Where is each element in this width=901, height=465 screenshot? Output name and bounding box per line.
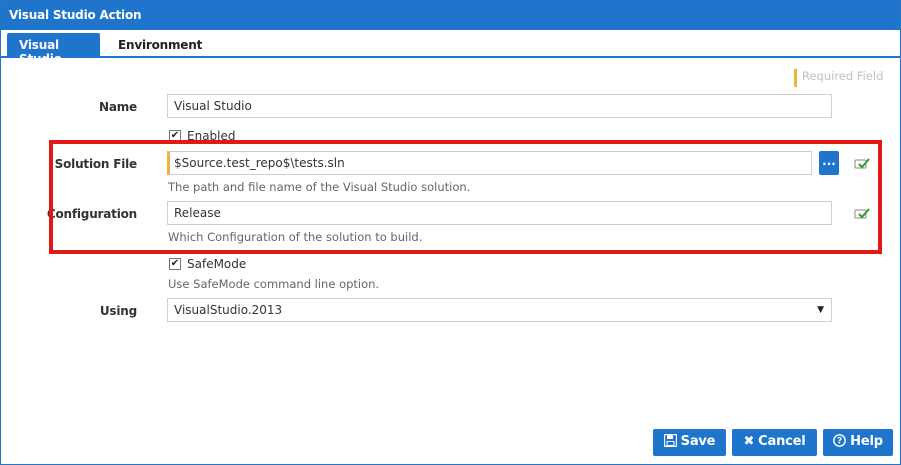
check-valid-icon [854, 158, 870, 169]
solution-file-input[interactable]: $Source.test_repo$\tests.sln [167, 151, 812, 175]
help-label: Help [850, 434, 883, 449]
using-label: Using [99, 304, 137, 318]
save-icon [663, 433, 677, 449]
check-valid-icon [854, 208, 870, 219]
cancel-label: Cancel [758, 434, 806, 449]
enabled-checkbox-row[interactable]: ✔ Enabled [169, 129, 289, 144]
save-label: Save [680, 434, 716, 449]
tab-environment[interactable]: Environment [106, 33, 214, 58]
tab-visual-studio[interactable]: Visual Studio [7, 33, 100, 66]
using-select[interactable]: VisualStudio.2013 ▼ [167, 298, 832, 322]
safemode-checkbox[interactable]: ✔ [169, 258, 181, 270]
help-button[interactable]: ? Help [823, 429, 893, 456]
solution-file-help: The path and file name of the Visual Stu… [168, 180, 471, 194]
help-icon: ? [833, 434, 847, 449]
enabled-checkbox[interactable]: ✔ [169, 130, 181, 142]
dialog-title: Visual Studio Action [1, 1, 900, 30]
safemode-help: Use SafeMode command line option. [168, 277, 380, 291]
dropdown-arrow-icon: ▼ [817, 305, 824, 315]
enabled-label: Enabled [187, 129, 236, 143]
save-button[interactable]: Save [653, 429, 726, 456]
form-content: Required Field Name Visual Studio ✔ Enab… [1, 58, 900, 464]
using-selected-value: VisualStudio.2013 [174, 303, 283, 317]
solution-file-label: Solution File [54, 157, 138, 171]
safemode-checkbox-row[interactable]: ✔ SafeMode [169, 257, 289, 272]
configuration-help: Which Configuration of the solution to b… [168, 230, 423, 244]
configuration-input[interactable]: Release [167, 201, 832, 225]
configuration-label: Configuration [46, 207, 137, 221]
name-label: Name [99, 100, 137, 114]
svg-text:?: ? [837, 437, 842, 447]
cancel-button[interactable]: ✖ Cancel [732, 429, 817, 456]
safemode-label: SafeMode [187, 257, 247, 271]
tab-strip: Visual Studio Environment [1, 30, 900, 66]
browse-button[interactable]: ... [819, 151, 839, 175]
required-field-legend: Required Field [794, 69, 883, 87]
close-icon: ✖ [743, 434, 755, 449]
dialog-window: Visual Studio Action Visual Studio Envir… [0, 0, 901, 465]
name-input[interactable]: Visual Studio [167, 94, 832, 118]
